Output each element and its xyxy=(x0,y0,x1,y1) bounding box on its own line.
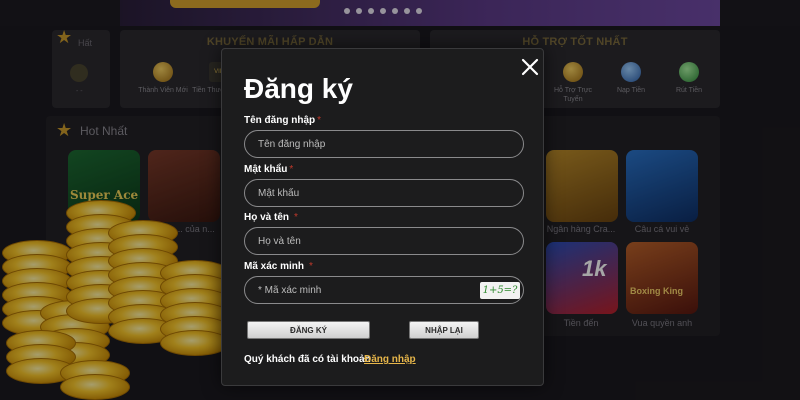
captcha-image[interactable]: 1+5=? xyxy=(480,282,520,299)
reset-button[interactable]: NHẬP LẠI xyxy=(409,321,479,339)
have-account-text: Quý khách đã có tài khoản xyxy=(244,354,371,365)
username-label-text: Tên đăng nhập xyxy=(244,115,316,126)
fullname-label: Họ và tên * xyxy=(244,212,298,223)
password-label-text: Mật khẩu xyxy=(244,164,288,175)
modal-title: Đăng ký xyxy=(244,73,353,104)
close-icon xyxy=(521,58,539,76)
captcha-label: Mã xác minh * xyxy=(244,261,313,272)
register-modal: Đăng ký Tên đăng nhập* Mật khẩu* Họ và t… xyxy=(221,48,544,386)
required-mark: * xyxy=(317,115,322,126)
required-mark: * xyxy=(294,212,298,223)
close-button[interactable] xyxy=(520,57,540,77)
register-button[interactable]: ĐĂNG KÝ xyxy=(247,321,370,339)
fullname-input[interactable] xyxy=(244,227,524,255)
username-input[interactable] xyxy=(244,130,524,158)
password-input[interactable] xyxy=(244,179,524,207)
username-label: Tên đăng nhập * xyxy=(244,115,321,126)
required-mark: * xyxy=(289,164,294,175)
fullname-label-text: Họ và tên xyxy=(244,212,290,223)
required-mark: * xyxy=(309,261,313,272)
login-link[interactable]: Đăng nhập xyxy=(364,354,416,365)
password-label: Mật khẩu * xyxy=(244,164,293,175)
captcha-label-text: Mã xác minh xyxy=(244,261,305,272)
